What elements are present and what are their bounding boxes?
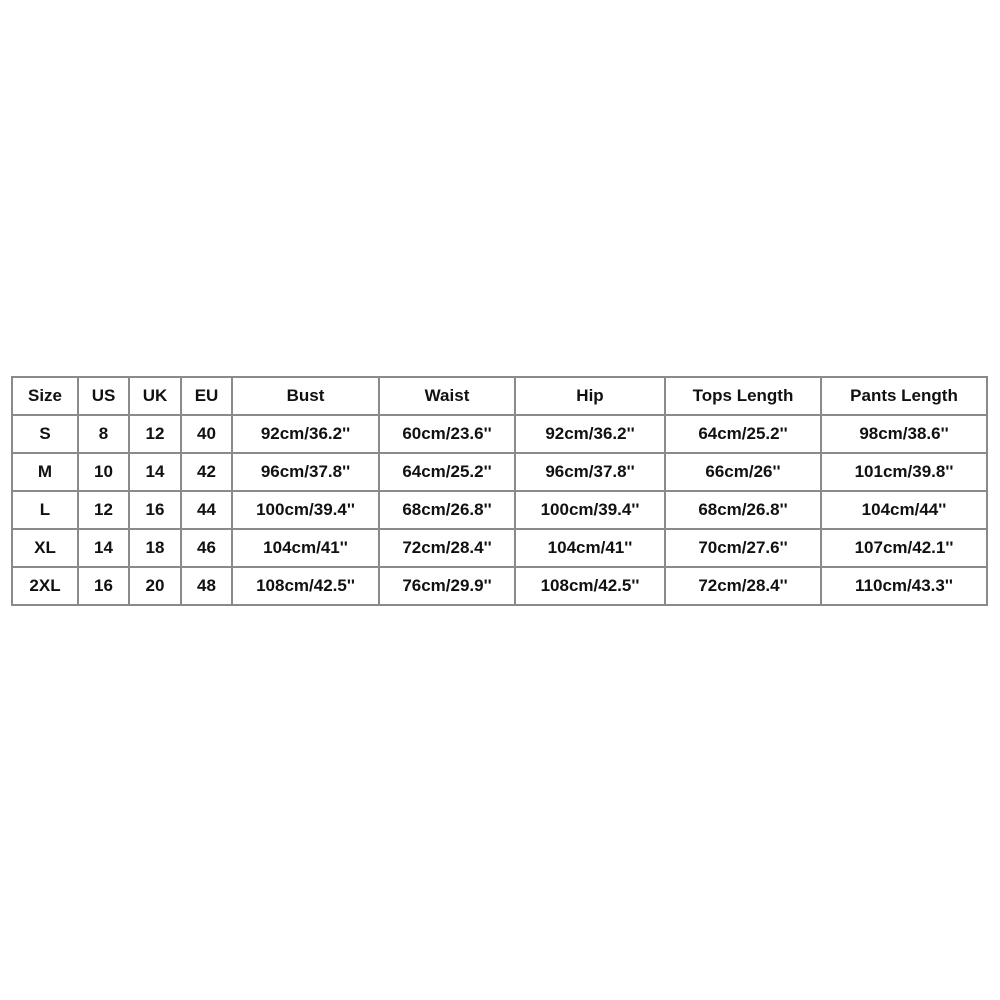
cell-bust: 108cm/42.5'' xyxy=(231,566,380,606)
cell-pants-length: 107cm/42.1'' xyxy=(820,528,988,568)
header-eu: EU xyxy=(180,376,233,416)
table-row: 2XL 16 20 48 108cm/42.5'' 76cm/29.9'' 10… xyxy=(11,566,988,606)
cell-tops-length: 66cm/26'' xyxy=(664,452,822,492)
cell-waist: 60cm/23.6'' xyxy=(378,414,516,454)
table-row: XL 14 18 46 104cm/41'' 72cm/28.4'' 104cm… xyxy=(11,528,988,568)
cell-bust: 100cm/39.4'' xyxy=(231,490,380,530)
cell-pants-length: 101cm/39.8'' xyxy=(820,452,988,492)
table-row: S 8 12 40 92cm/36.2'' 60cm/23.6'' 92cm/3… xyxy=(11,414,988,454)
table-row: M 10 14 42 96cm/37.8'' 64cm/25.2'' 96cm/… xyxy=(11,452,988,492)
cell-pants-length: 104cm/44'' xyxy=(820,490,988,530)
cell-pants-length: 110cm/43.3'' xyxy=(820,566,988,606)
cell-eu: 48 xyxy=(180,566,233,606)
cell-uk: 16 xyxy=(128,490,182,530)
cell-size: XL xyxy=(11,528,79,568)
header-pants-length: Pants Length xyxy=(820,376,988,416)
cell-size: S xyxy=(11,414,79,454)
cell-waist: 64cm/25.2'' xyxy=(378,452,516,492)
cell-hip: 92cm/36.2'' xyxy=(514,414,666,454)
cell-us: 12 xyxy=(77,490,130,530)
cell-waist: 72cm/28.4'' xyxy=(378,528,516,568)
cell-bust: 96cm/37.8'' xyxy=(231,452,380,492)
cell-eu: 40 xyxy=(180,414,233,454)
cell-tops-length: 68cm/26.8'' xyxy=(664,490,822,530)
cell-us: 14 xyxy=(77,528,130,568)
cell-waist: 68cm/26.8'' xyxy=(378,490,516,530)
cell-hip: 96cm/37.8'' xyxy=(514,452,666,492)
cell-size: 2XL xyxy=(11,566,79,606)
header-hip: Hip xyxy=(514,376,666,416)
cell-uk: 20 xyxy=(128,566,182,606)
cell-eu: 46 xyxy=(180,528,233,568)
cell-size: L xyxy=(11,490,79,530)
cell-us: 10 xyxy=(77,452,130,492)
cell-tops-length: 70cm/27.6'' xyxy=(664,528,822,568)
header-bust: Bust xyxy=(231,376,380,416)
table-row: L 12 16 44 100cm/39.4'' 68cm/26.8'' 100c… xyxy=(11,490,988,530)
cell-us: 16 xyxy=(77,566,130,606)
cell-eu: 44 xyxy=(180,490,233,530)
cell-eu: 42 xyxy=(180,452,233,492)
cell-hip: 100cm/39.4'' xyxy=(514,490,666,530)
cell-waist: 76cm/29.9'' xyxy=(378,566,516,606)
cell-uk: 18 xyxy=(128,528,182,568)
cell-uk: 12 xyxy=(128,414,182,454)
cell-hip: 108cm/42.5'' xyxy=(514,566,666,606)
cell-bust: 92cm/36.2'' xyxy=(231,414,380,454)
header-tops-length: Tops Length xyxy=(664,376,822,416)
cell-uk: 14 xyxy=(128,452,182,492)
header-row: Size US UK EU Bust Waist Hip Tops Length… xyxy=(11,376,988,416)
cell-pants-length: 98cm/38.6'' xyxy=(820,414,988,454)
cell-bust: 104cm/41'' xyxy=(231,528,380,568)
cell-tops-length: 72cm/28.4'' xyxy=(664,566,822,606)
cell-hip: 104cm/41'' xyxy=(514,528,666,568)
cell-us: 8 xyxy=(77,414,130,454)
header-us: US xyxy=(77,376,130,416)
header-size: Size xyxy=(11,376,79,416)
cell-size: M xyxy=(11,452,79,492)
header-waist: Waist xyxy=(378,376,516,416)
header-uk: UK xyxy=(128,376,182,416)
cell-tops-length: 64cm/25.2'' xyxy=(664,414,822,454)
size-chart-table: Size US UK EU Bust Waist Hip Tops Length… xyxy=(11,376,988,606)
